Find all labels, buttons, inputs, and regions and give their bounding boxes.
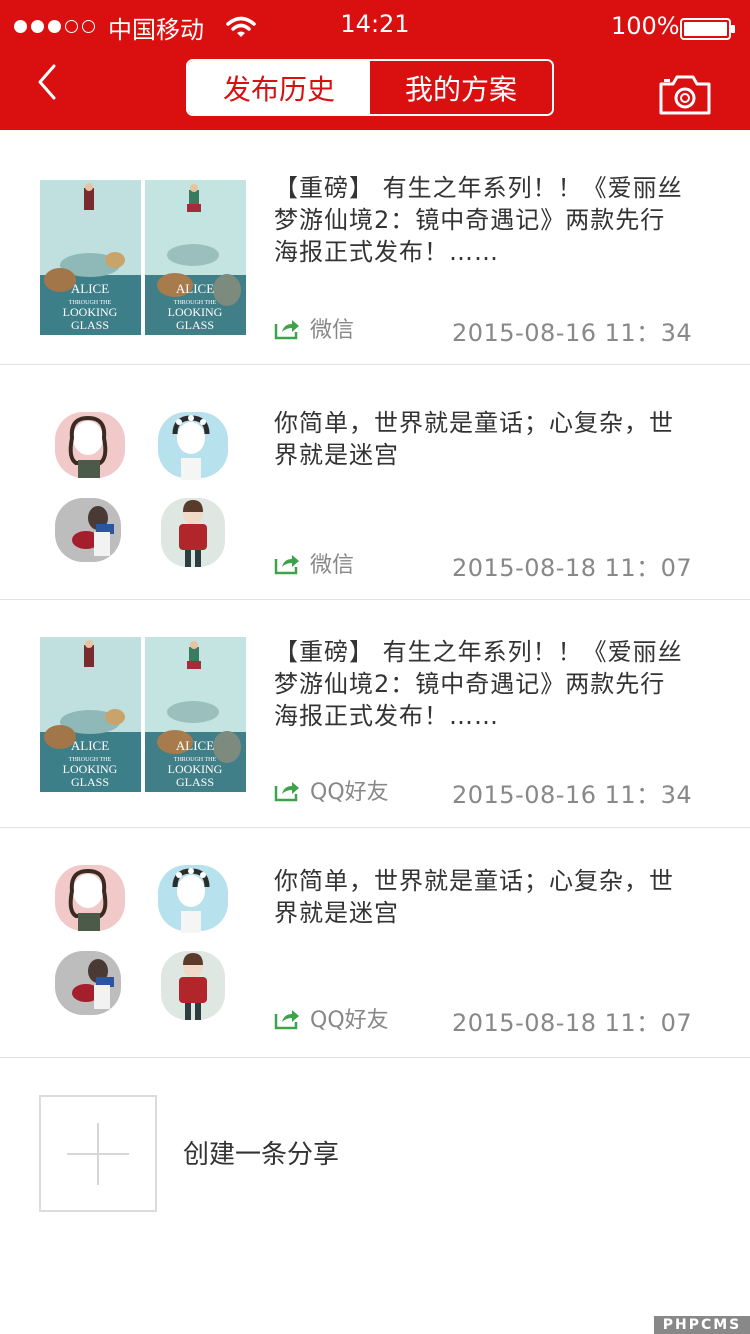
svg-text:GLASS: GLASS — [176, 318, 214, 332]
svg-text:GLASS: GLASS — [176, 775, 214, 789]
cartoon-girl-image — [55, 865, 125, 931]
battery-icon — [680, 18, 735, 40]
cartoon-girl-image — [158, 412, 228, 480]
status-bar: 中国移动 14:21 100% — [0, 0, 750, 56]
list-item[interactable]: 你简单，世界就是童话；心复杂，世 界就是迷宫 微信 2015-08-18 11：… — [0, 365, 750, 600]
battery-percent: 100% — [611, 12, 680, 40]
share-channel: QQ好友 — [274, 1005, 440, 1033]
create-share-button[interactable] — [39, 1095, 157, 1212]
channel-label: 微信 — [310, 318, 355, 343]
back-icon[interactable] — [30, 58, 64, 106]
channel-label: QQ好友 — [310, 780, 389, 805]
svg-text:LOOKING: LOOKING — [63, 305, 118, 319]
channel-label: QQ好友 — [310, 1008, 389, 1033]
share-icon — [274, 555, 299, 575]
cartoon-thumbnails — [40, 865, 246, 1023]
cartoon-couple-image — [55, 951, 121, 1015]
item-date: 2015-08-16 11：34 — [452, 781, 693, 809]
share-channel: 微信 — [274, 550, 440, 578]
share-channel: QQ好友 — [274, 777, 440, 805]
tab-my-plans[interactable]: 我的方案 — [370, 61, 552, 114]
item-title: 【重磅】 有生之年系列！！《爱丽丝 梦游仙境2：镜中奇遇记》两款先行 海报正式发… — [274, 638, 683, 730]
cartoon-boy-image — [161, 951, 225, 1020]
create-share-label[interactable]: 创建一条分享 — [183, 1134, 339, 1171]
plus-icon — [67, 1123, 129, 1185]
poster-thumbnails: ALICE THROUGH THE LOOKING GLASS ALICE TH… — [40, 180, 246, 335]
share-icon — [274, 782, 299, 802]
poster-title-text: ALICE — [71, 281, 109, 296]
item-title: 【重磅】 有生之年系列！！《爱丽丝 梦游仙境2：镜中奇遇记》两款先行 海报正式发… — [274, 174, 683, 266]
cartoon-boy-image — [161, 498, 225, 567]
svg-text:LOOKING: LOOKING — [63, 762, 118, 776]
share-channel: 微信 — [274, 315, 440, 343]
create-share-row[interactable]: 创建一条分享 — [0, 1070, 750, 1230]
share-icon — [274, 1010, 299, 1030]
list-item[interactable]: 你简单，世界就是童话；心复杂，世 界就是迷宫 QQ好友 2015-08-18 1… — [0, 828, 750, 1058]
alice-poster-image: ALICE THROUGH THE LOOKING GLASS — [145, 180, 246, 335]
svg-text:GLASS: GLASS — [71, 775, 109, 789]
share-icon — [274, 320, 299, 340]
alice-poster-image: ALICE THROUGH THE LOOKING GLASS — [40, 180, 141, 335]
svg-text:LOOKING: LOOKING — [168, 305, 223, 319]
channel-label: 微信 — [310, 553, 355, 578]
app-header: 中国移动 14:21 100% 发布历史 我的方案 — [0, 0, 750, 130]
share-history-list: ALICE THROUGH THE LOOKING GLASS ALICE TH… — [0, 130, 750, 1058]
svg-text:ALICE: ALICE — [176, 281, 214, 296]
list-item[interactable]: ALICE THROUGH THE LOOKING GLASS ALICE TH… — [0, 130, 750, 365]
segmented-tabs: 发布历史 我的方案 — [186, 59, 554, 116]
cartoon-couple-image — [55, 498, 121, 562]
cartoon-thumbnails — [40, 412, 246, 570]
svg-text:ALICE: ALICE — [71, 738, 109, 753]
cartoon-girl-image — [55, 412, 125, 478]
svg-text:LOOKING: LOOKING — [168, 762, 223, 776]
camera-icon[interactable] — [658, 74, 712, 116]
poster-thumbnails: ALICE THROUGH THE LOOKING GLASS ALICE TH… — [40, 637, 246, 792]
alice-poster-image: ALICE THROUGH THE LOOKING GLASS — [145, 637, 246, 792]
alice-poster-image: ALICE THROUGH THE LOOKING GLASS — [40, 637, 141, 792]
item-title: 你简单，世界就是童话；心复杂，世 界就是迷宫 — [274, 867, 674, 927]
svg-text:GLASS: GLASS — [71, 318, 109, 332]
list-item[interactable]: ALICE THROUGH THE LOOKING GLASS ALICE TH… — [0, 600, 750, 828]
watermark-logo: PHPCMS — [654, 1316, 750, 1334]
cartoon-girl-image — [158, 865, 228, 933]
item-title: 你简单，世界就是童话；心复杂，世 界就是迷宫 — [274, 409, 674, 469]
item-date: 2015-08-18 11：07 — [452, 1009, 693, 1037]
svg-text:ALICE: ALICE — [176, 738, 214, 753]
item-date: 2015-08-18 11：07 — [452, 554, 693, 582]
tab-publish-history[interactable]: 发布历史 — [188, 61, 370, 114]
item-date: 2015-08-16 11：34 — [452, 319, 693, 347]
